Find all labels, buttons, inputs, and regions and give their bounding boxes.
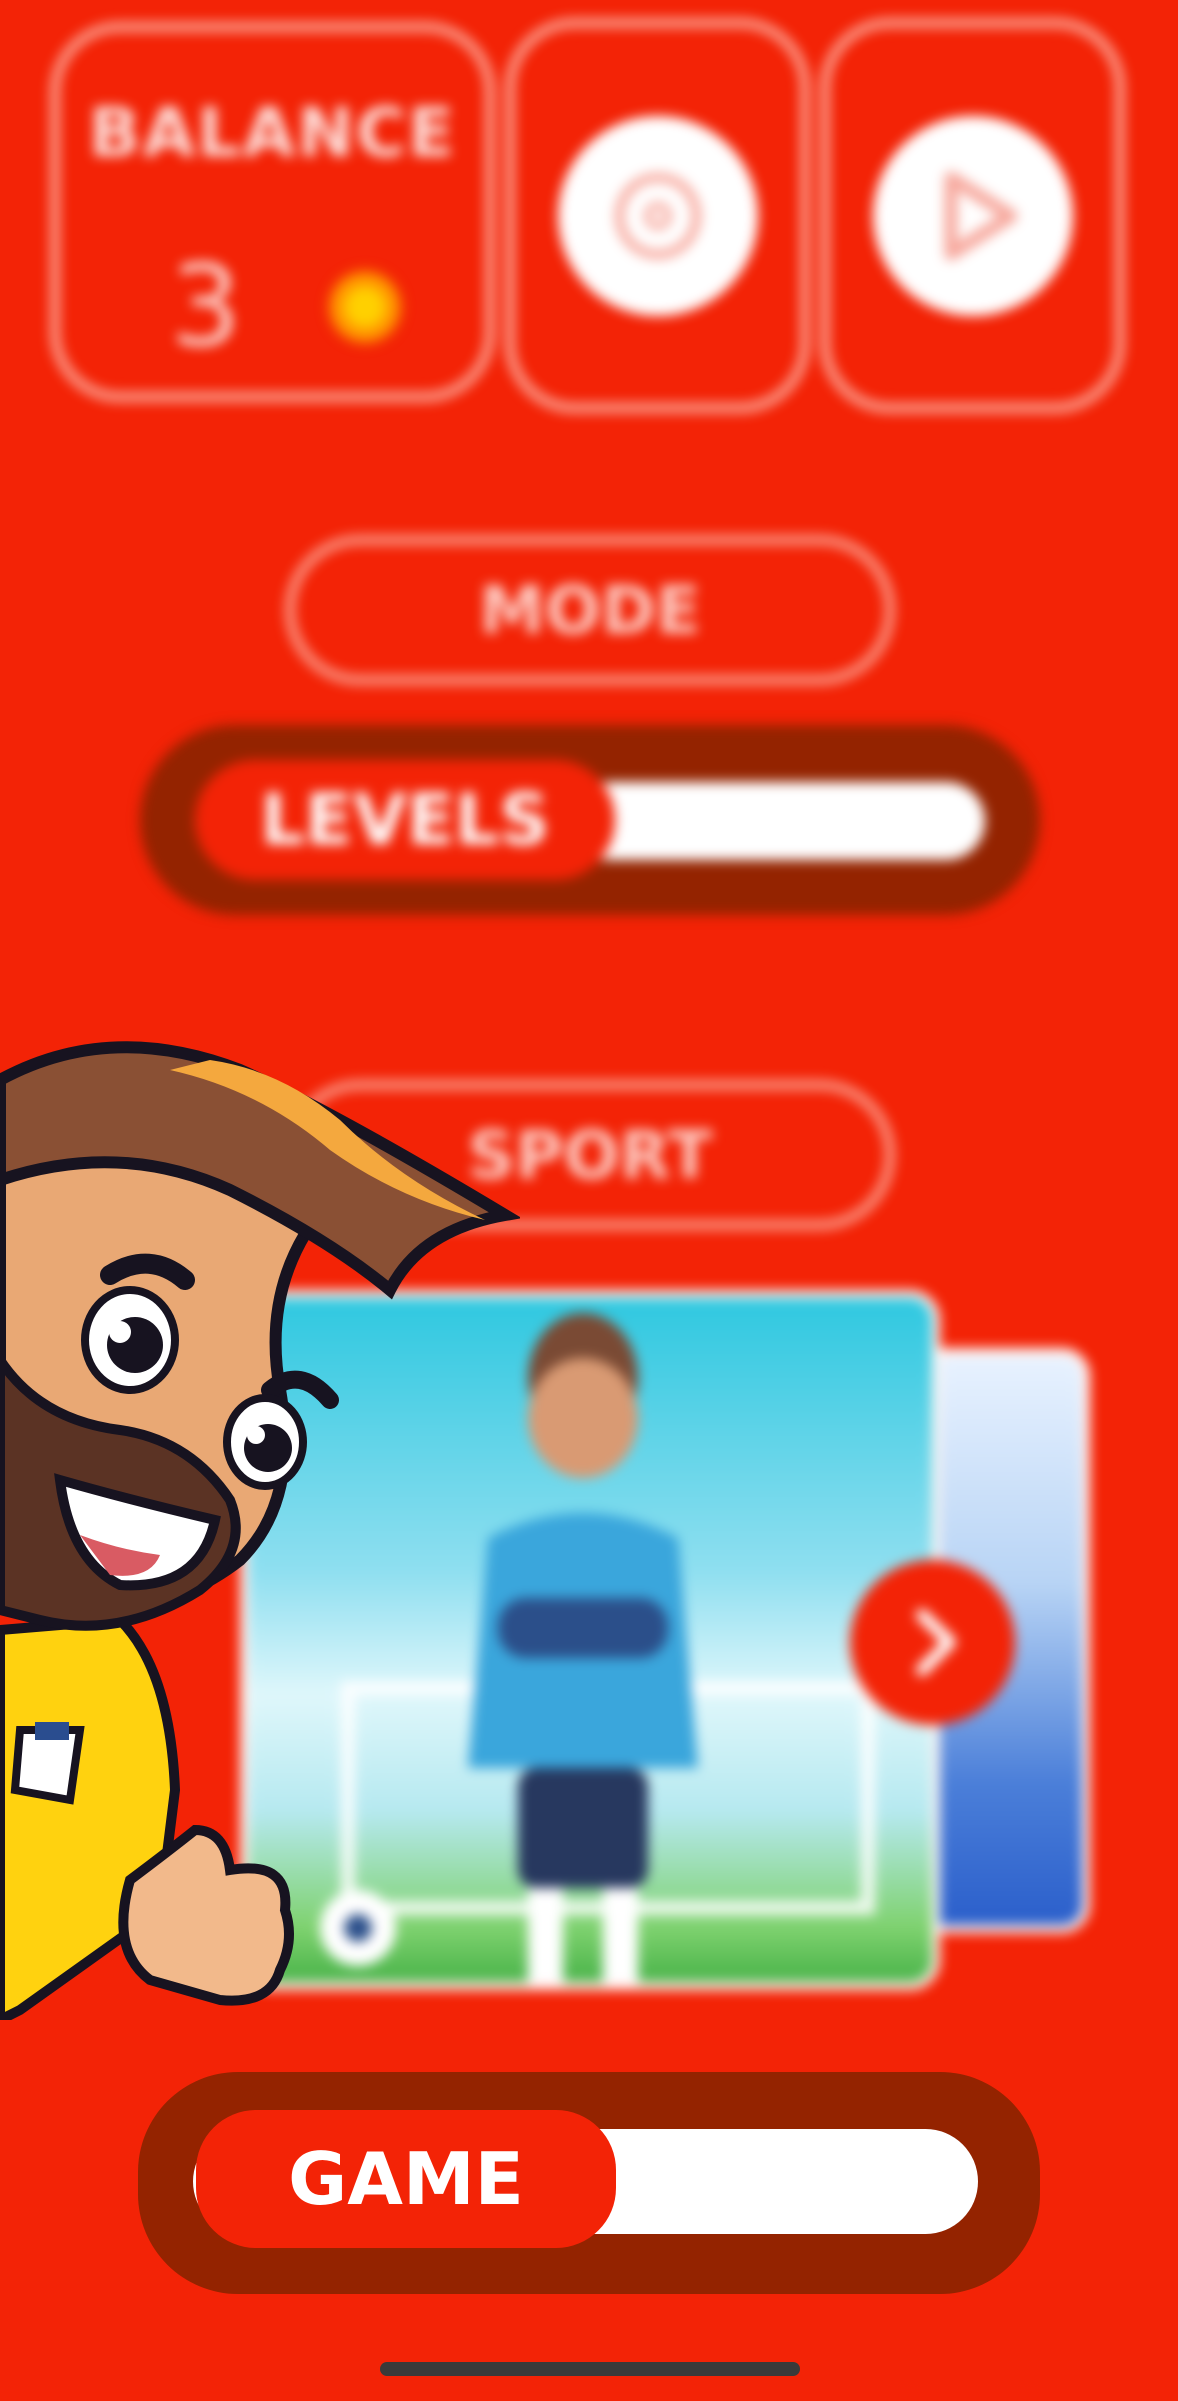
mode-button[interactable]: MODE xyxy=(285,535,895,685)
balance-card: BALANCE 3 xyxy=(50,22,495,402)
mascot-illustration xyxy=(0,1041,520,2020)
home-indicator[interactable] xyxy=(380,2362,800,2376)
settings-card[interactable] xyxy=(505,18,810,413)
balance-value: 3 xyxy=(170,242,242,372)
sun-icon xyxy=(325,267,405,347)
carousel-next-button[interactable] xyxy=(850,1560,1015,1725)
gear-center xyxy=(643,201,672,230)
game-toggle-knob: GAME xyxy=(196,2110,616,2248)
levels-toggle[interactable]: LEVELS xyxy=(140,725,1040,915)
play-card[interactable] xyxy=(820,18,1125,413)
chevron-right-icon xyxy=(916,1609,956,1676)
play-icon xyxy=(944,171,1017,260)
levels-toggle-knob: LEVELS xyxy=(195,760,615,880)
settings-button[interactable] xyxy=(557,115,758,316)
game-toggle[interactable]: GAME xyxy=(138,2072,1040,2294)
balance-title: BALANCE xyxy=(88,94,457,173)
play-button[interactable] xyxy=(872,115,1073,316)
